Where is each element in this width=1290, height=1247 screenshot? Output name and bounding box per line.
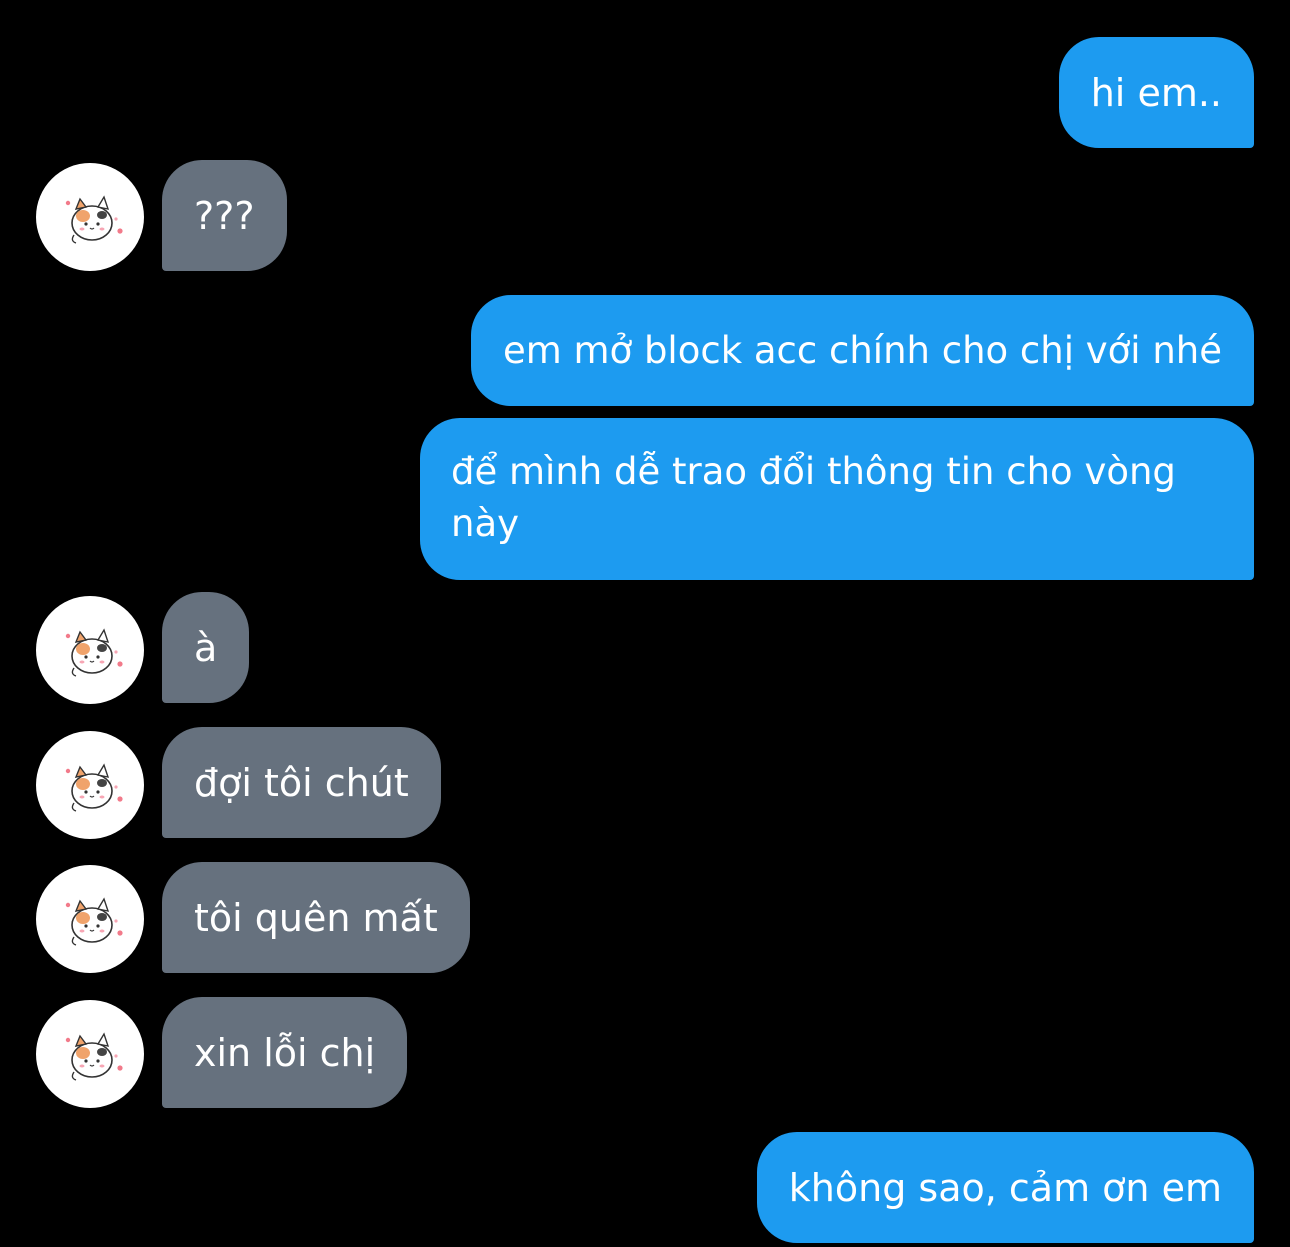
- avatar[interactable]: [36, 163, 144, 271]
- cat-sticker-icon: [65, 897, 123, 946]
- avatar[interactable]: [36, 596, 144, 704]
- cat-sticker-icon: [65, 763, 123, 812]
- message-bubble-incoming[interactable]: à: [162, 592, 250, 703]
- message-bubble-incoming[interactable]: xin lỗi chị: [162, 997, 408, 1108]
- cat-sticker-icon: [65, 195, 123, 244]
- message-bubble-outgoing[interactable]: hi em..: [1058, 37, 1254, 148]
- cat-sticker-icon: [65, 1032, 123, 1081]
- message-bubble-outgoing[interactable]: em mở block acc chính cho chị với nhé: [470, 295, 1254, 406]
- avatar[interactable]: [36, 1000, 144, 1108]
- message-bubble-outgoing[interactable]: để mình dễ trao đổi thông tin cho vòng n…: [420, 418, 1254, 580]
- message-bubble-incoming[interactable]: ???: [162, 160, 287, 271]
- message-bubble-incoming[interactable]: tôi quên mất: [162, 862, 470, 973]
- avatar[interactable]: [36, 865, 144, 973]
- message-bubble-incoming[interactable]: đợi tôi chút: [162, 727, 441, 838]
- avatar[interactable]: [36, 731, 144, 839]
- message-bubble-outgoing[interactable]: không sao, cảm ơn em: [756, 1132, 1254, 1243]
- cat-sticker-icon: [65, 628, 123, 677]
